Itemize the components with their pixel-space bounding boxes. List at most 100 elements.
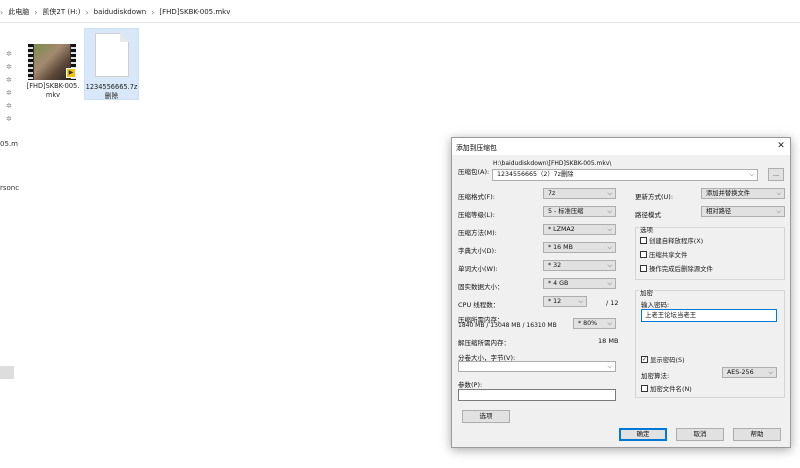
- shared-files-checkbox[interactable]: 压缩共享文件: [640, 250, 687, 259]
- delete-after-checkbox[interactable]: 操作完成后删除源文件: [640, 264, 713, 273]
- checkbox-box: [640, 251, 647, 258]
- mem-percent-select[interactable]: * 80% ⌵: [573, 318, 616, 329]
- password-input[interactable]: 上老王论坛当老王: [641, 309, 777, 322]
- chevron-down-icon: ⌵: [607, 244, 612, 251]
- nav-pane-selected-item[interactable]: [0, 366, 14, 379]
- archive-name-value: 1234556665（2）7z删除: [497, 171, 574, 178]
- file-name: [FHD]SKBK-005.: [26, 82, 80, 90]
- chevron-down-icon: ⌵: [607, 208, 612, 215]
- dialog-title: 添加到压缩包: [456, 144, 497, 152]
- dict-select[interactable]: * 16 MB ⌵: [543, 242, 616, 253]
- method-select[interactable]: * LZMA2 ⌵: [543, 224, 616, 235]
- format-select[interactable]: 7z ⌵: [543, 188, 616, 199]
- level-select[interactable]: 5 - 标准压缩 ⌵: [543, 206, 616, 217]
- checkmark-icon: ✓: [641, 356, 648, 363]
- enc-method-select[interactable]: AES-256 ⌵: [722, 367, 777, 378]
- file-name-ext: mkv: [45, 91, 61, 99]
- update-select[interactable]: 添加并替换文件 ⌵: [701, 188, 785, 199]
- chevron-down-icon: ⌵: [776, 208, 781, 215]
- ok-button[interactable]: 确定: [619, 428, 667, 441]
- chevron-down-icon: ⌵: [607, 226, 612, 233]
- options-group-title: 选项: [639, 224, 654, 234]
- chevron-down-icon: ⌵: [607, 280, 612, 287]
- checkbox-box: [641, 385, 648, 392]
- file-item-video[interactable]: ▶ [FHD]SKBK-005. mkv: [22, 28, 84, 100]
- chevron-right-icon: ›: [34, 7, 38, 17]
- chevron-down-icon: ⌵: [607, 190, 612, 197]
- encrypt-names-checkbox[interactable]: 加密文件名(N): [641, 384, 692, 393]
- chevron-down-icon: ⌵: [607, 363, 612, 370]
- delete-after-label: 操作完成后删除源文件: [649, 265, 713, 273]
- update-value: 添加并替换文件: [706, 190, 751, 197]
- breadcrumb-item-this-pc[interactable]: 此电脑: [8, 7, 29, 17]
- show-password-label: 显示密码(S): [650, 356, 685, 364]
- pin-icon: ✲: [6, 115, 12, 123]
- file-item-archive[interactable]: 1234556665.7z 删除: [84, 28, 139, 100]
- pin-icon: ✲: [6, 76, 12, 84]
- cpu-select[interactable]: * 12 ⌵: [543, 296, 587, 307]
- split-combo[interactable]: ⌵: [458, 361, 616, 372]
- mem-percent-value: * 80%: [578, 320, 598, 327]
- dict-value: * 16 MB: [548, 244, 573, 251]
- archive-label: 压缩包(A):: [458, 168, 490, 176]
- chevron-down-icon: ⌵: [749, 171, 754, 178]
- enc-method-value: AES-256: [727, 369, 754, 376]
- pin-icon: ✲: [6, 102, 12, 110]
- nav-pane-item[interactable]: 05.m: [0, 140, 18, 148]
- password-label: 输入密码:: [641, 301, 670, 309]
- encryption-group-title: 加密: [639, 287, 654, 297]
- method-label: 压缩方法(M):: [458, 229, 497, 237]
- dict-label: 字典大小(D):: [458, 247, 497, 255]
- chevron-down-icon: ⌵: [776, 190, 781, 197]
- dialog-titlebar[interactable]: 添加到压缩包 ✕: [452, 138, 790, 155]
- word-value: * 32: [548, 262, 562, 269]
- add-to-archive-dialog: 添加到压缩包 ✕ 压缩包(A): H:\baidudiskdown\[FHD]S…: [451, 137, 791, 448]
- params-input[interactable]: [458, 389, 616, 401]
- pin-icon: ✲: [6, 63, 12, 71]
- solid-select[interactable]: * 4 GB ⌵: [543, 278, 616, 289]
- decomp-label: 解压缩所需内存：: [458, 339, 510, 347]
- update-label: 更新方式(U):: [635, 193, 674, 201]
- enc-method-label: 加密算法:: [641, 372, 670, 380]
- help-button[interactable]: 帮助: [733, 428, 781, 441]
- format-label: 压缩格式(F):: [458, 193, 496, 201]
- level-value: 5 - 标准压缩: [548, 208, 584, 215]
- breadcrumb: › 此电脑 › 凯侠2T (H:) › baidudiskdown › [FHD…: [0, 4, 230, 20]
- chevron-down-icon: ⌵: [578, 298, 583, 305]
- nav-pane-item[interactable]: rsonc: [0, 184, 19, 192]
- sfx-checkbox[interactable]: 创建自释放程序(X): [640, 236, 703, 245]
- browse-button[interactable]: ...: [768, 168, 784, 181]
- archive-path: H:\baidudiskdown\[FHD]SKBK-005.mkv\: [493, 160, 612, 167]
- sfx-label: 创建自释放程序(X): [649, 237, 704, 245]
- mem-detail: 1840 MB / 13048 MB / 16310 MB: [458, 322, 557, 329]
- chevron-right-icon: ›: [85, 7, 89, 17]
- method-value: * LZMA2: [548, 226, 575, 233]
- path-mode-value: 相对路径: [706, 208, 732, 215]
- player-badge-icon: ▶: [66, 68, 76, 78]
- format-value: 7z: [548, 190, 556, 197]
- breadcrumb-item-drive[interactable]: 凯侠2T (H:): [42, 7, 80, 17]
- file-name-suffix: 删除: [104, 92, 119, 100]
- encrypt-names-label: 加密文件名(N): [650, 385, 692, 393]
- word-select[interactable]: * 32 ⌵: [543, 260, 616, 271]
- solid-value: * 4 GB: [548, 280, 569, 287]
- cancel-button[interactable]: 取消: [676, 428, 724, 441]
- shared-files-label: 压缩共享文件: [649, 251, 688, 259]
- path-mode-select[interactable]: 相对路径 ⌵: [701, 206, 785, 217]
- archive-name-combo[interactable]: 1234556665（2）7z删除 ⌵: [492, 169, 758, 181]
- breadcrumb-item-folder[interactable]: baidudiskdown: [94, 8, 147, 16]
- cpu-value: * 12: [548, 298, 562, 305]
- options-button[interactable]: 选项: [462, 410, 510, 423]
- word-label: 单词大小(W):: [458, 265, 498, 273]
- show-password-checkbox[interactable]: ✓ 显示密码(S): [641, 355, 685, 364]
- close-icon[interactable]: ✕: [774, 139, 788, 153]
- chevron-down-icon: ⌵: [607, 320, 612, 327]
- checkbox-box: [640, 265, 647, 272]
- path-mode-label: 路径模式: [635, 211, 661, 219]
- solid-label: 固实数据大小：: [458, 283, 504, 291]
- level-label: 压缩等级(L):: [458, 211, 495, 219]
- cpu-label: CPU 线程数：: [458, 301, 500, 309]
- breadcrumb-item-current[interactable]: [FHD]SKBK-005.mkv: [159, 8, 230, 16]
- params-label: 参数(P):: [458, 381, 483, 389]
- chevron-down-icon: ⌵: [607, 262, 612, 269]
